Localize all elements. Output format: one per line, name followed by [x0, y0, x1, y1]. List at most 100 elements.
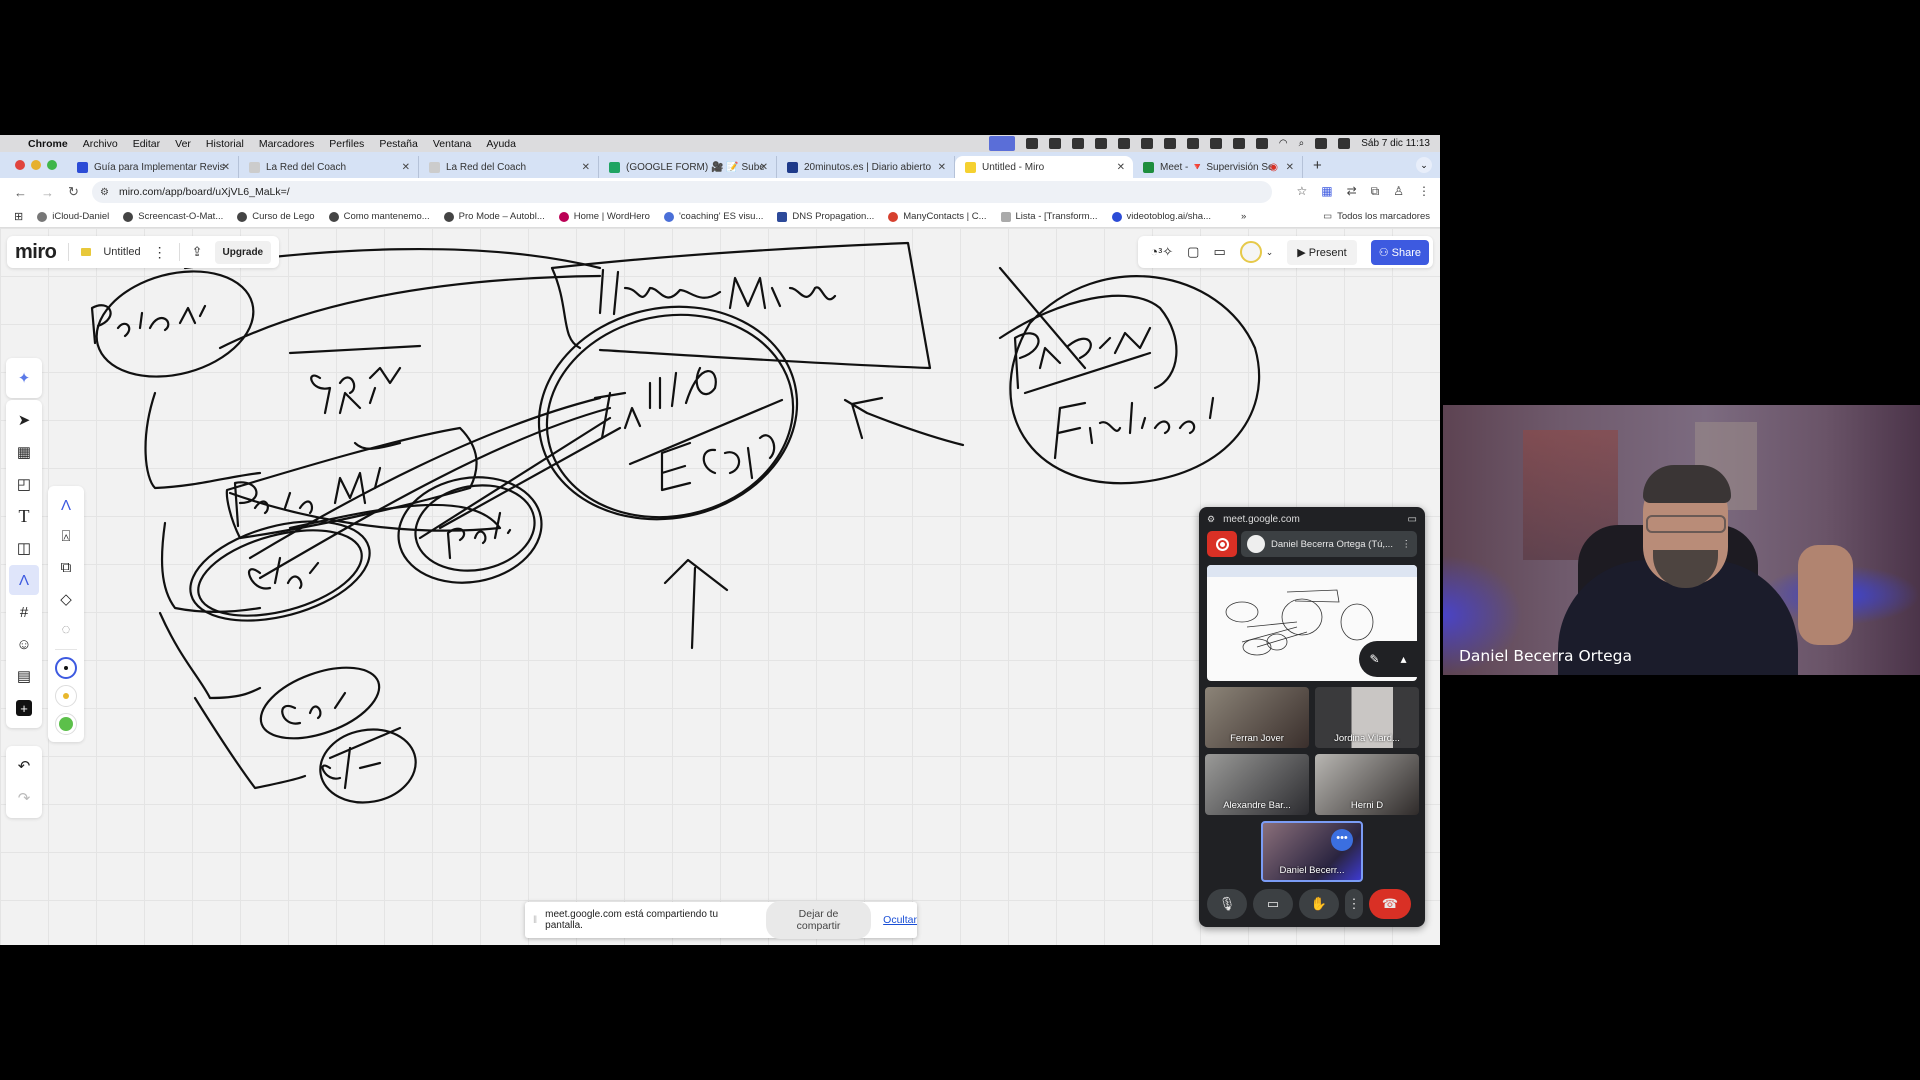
site-settings-icon[interactable]: ⚙	[1207, 514, 1215, 525]
green-swatch[interactable]	[55, 713, 77, 735]
menu-ver[interactable]: Ver	[175, 138, 191, 150]
cloud-icon[interactable]	[1071, 138, 1084, 149]
pen-icon[interactable]: Λ	[51, 491, 81, 520]
menu-app[interactable]: Chrome	[28, 138, 68, 150]
board-menu-icon[interactable]: ⋮	[153, 244, 167, 261]
control-center-icon[interactable]	[1315, 138, 1328, 149]
close-tab-icon[interactable]: ✕	[222, 162, 230, 173]
pen-tool-icon[interactable]: Λ	[9, 565, 39, 595]
site-info-icon[interactable]: ⚙	[100, 187, 109, 198]
templates-icon[interactable]: ▦	[9, 437, 39, 467]
audio-icon[interactable]	[1025, 138, 1038, 149]
menu-ventana[interactable]: Ventana	[433, 138, 472, 150]
bookmark-item[interactable]: Screencast-O-Mat...	[123, 211, 223, 222]
bookmark-item[interactable]: iCloud-Daniel	[37, 211, 109, 222]
wifi-icon[interactable]: ◠	[1279, 138, 1288, 149]
menu-archivo[interactable]: Archivo	[83, 138, 118, 150]
yellow-swatch[interactable]	[55, 685, 77, 707]
url-field[interactable]: ⚙ miro.com/app/board/uXjVL6_MaLk=/	[92, 181, 1272, 203]
app-status-icon[interactable]	[1048, 138, 1061, 149]
add-more-icon[interactable]: +	[9, 693, 39, 723]
dropbox-icon[interactable]	[1094, 138, 1107, 149]
select-cursor-icon[interactable]: ➤	[9, 405, 39, 435]
minimize-window-button[interactable]	[31, 160, 41, 170]
reactions-icon[interactable]: ◔ᵌ✧	[1150, 244, 1173, 260]
chrome-menu-icon[interactable]: ⋮	[1418, 184, 1430, 199]
annotate-pen-icon[interactable]: ✎	[1369, 652, 1379, 666]
menu-editar[interactable]: Editar	[133, 138, 160, 150]
spotlight-icon[interactable]: ⌕	[1299, 138, 1305, 149]
leave-call-button[interactable]: ☎	[1369, 889, 1411, 919]
return-to-tab-icon[interactable]: ▭	[1408, 514, 1417, 525]
new-tab-button[interactable]: +	[1313, 157, 1322, 174]
reload-icon[interactable]: ↻	[68, 184, 79, 200]
tab-20minutos[interactable]: 20minutos.es | Diario abierto ✕	[777, 156, 955, 178]
user-avatar[interactable]	[1239, 241, 1262, 263]
screen-share-status-icon[interactable]	[988, 136, 1015, 151]
annotate-control[interactable]: ✎ ▴	[1359, 641, 1417, 677]
camera-button[interactable]: ▭	[1253, 889, 1293, 919]
sticky-note-icon[interactable]: ◰	[9, 469, 39, 499]
calendar-icon[interactable]	[1209, 138, 1222, 149]
all-bookmarks-button[interactable]: ▭ Todos los marcadores	[1323, 211, 1430, 222]
key-icon[interactable]	[1186, 138, 1199, 149]
zoom-window-button[interactable]	[47, 160, 57, 170]
bookmark-star-icon[interactable]: ☆	[1296, 184, 1307, 199]
menu-perfiles[interactable]: Perfiles	[329, 138, 364, 150]
recording-button[interactable]	[1207, 531, 1237, 557]
bookmark-item[interactable]: Home | WordHero	[558, 211, 650, 222]
export-icon[interactable]: ⇪	[192, 244, 203, 260]
talktrack-icon[interactable]: ▢	[1187, 244, 1199, 260]
bookmark-item[interactable]: Como mantenemo...	[328, 211, 430, 222]
close-window-button[interactable]	[15, 160, 25, 170]
menu-ayuda[interactable]: Ayuda	[486, 138, 516, 150]
clock[interactable]: Sáb 7 dic 11:13	[1361, 138, 1430, 149]
bookmark-item[interactable]: DNS Propagation...	[777, 211, 874, 222]
present-button[interactable]: ▶ Present	[1287, 239, 1357, 265]
chevron-down-icon[interactable]: ⌄	[1266, 247, 1274, 258]
upgrade-button[interactable]: Upgrade	[214, 240, 272, 264]
siri-icon[interactable]	[1338, 138, 1351, 149]
bookmark-item[interactable]: Lista - [Transform...	[1000, 211, 1098, 222]
comment-icon[interactable]: ▤	[9, 661, 39, 691]
close-tab-icon[interactable]: ✕	[582, 162, 590, 173]
participant-tile[interactable]: Jordina Vilard...	[1315, 687, 1419, 748]
menu-marcadores[interactable]: Marcadores	[259, 138, 314, 150]
tab-search-icon[interactable]: ⌄	[1416, 157, 1432, 173]
account-icon[interactable]	[1232, 138, 1245, 149]
shapes-icon[interactable]: ◫	[9, 533, 39, 563]
tab-untitled-miro[interactable]: Untitled - Miro ✕	[955, 156, 1133, 178]
more-options-icon[interactable]: •••	[1331, 829, 1353, 851]
menu-pestana[interactable]: Pestaña	[379, 138, 418, 150]
user-status-icon[interactable]	[1163, 138, 1176, 149]
close-tab-icon[interactable]: ✕	[1117, 162, 1125, 173]
tab-la-red-del-coach-1[interactable]: La Red del Coach ✕	[239, 156, 419, 178]
self-participant-tile[interactable]: ••• Daniel Becerr...	[1261, 821, 1363, 882]
presentation-preview[interactable]: ✎ ▴	[1207, 565, 1417, 681]
bookmark-item[interactable]: 'coaching' ES visu...	[663, 211, 763, 222]
bookmark-item[interactable]: ManyContacts | C...	[888, 211, 987, 222]
bookmark-item[interactable]: videotoblog.ai/sha...	[1111, 211, 1211, 222]
back-icon[interactable]: ←	[14, 185, 27, 200]
lasso-icon[interactable]: ◌	[51, 615, 81, 644]
bookmark-item[interactable]: Pro Mode – Autobl...	[443, 211, 545, 222]
tab-google-form[interactable]: (GOOGLE FORM) 🎥 📝 Sube ✕	[599, 156, 777, 178]
ai-sparkle-icon[interactable]: ✦	[9, 363, 39, 393]
text-tool-icon[interactable]: T	[9, 501, 39, 531]
board-title[interactable]: Untitled	[103, 246, 140, 258]
stop-sharing-button[interactable]: Dejar de compartir	[765, 901, 872, 939]
microphone-button[interactable]: 🎙	[1207, 889, 1247, 919]
undo-icon[interactable]: ↶	[9, 751, 39, 781]
close-tab-icon[interactable]: ✕	[402, 162, 410, 173]
translate-extension-icon[interactable]: ⇄	[1347, 184, 1357, 199]
bookmark-item[interactable]: Curso de Lego	[237, 211, 315, 222]
close-tab-icon[interactable]: ✕	[938, 162, 946, 173]
extension-icon[interactable]: ▦	[1321, 184, 1332, 199]
profile-icon[interactable]: ♙	[1393, 184, 1404, 199]
apps-grid-icon[interactable]: ⊞	[14, 210, 23, 223]
hide-banner-link[interactable]: Ocultar	[883, 914, 917, 926]
battery-icon[interactable]	[1255, 138, 1268, 149]
highlighter-icon[interactable]: ⍓	[51, 522, 81, 551]
raise-hand-button[interactable]: ✋	[1299, 889, 1339, 919]
redo-icon[interactable]: ↷	[9, 783, 39, 813]
